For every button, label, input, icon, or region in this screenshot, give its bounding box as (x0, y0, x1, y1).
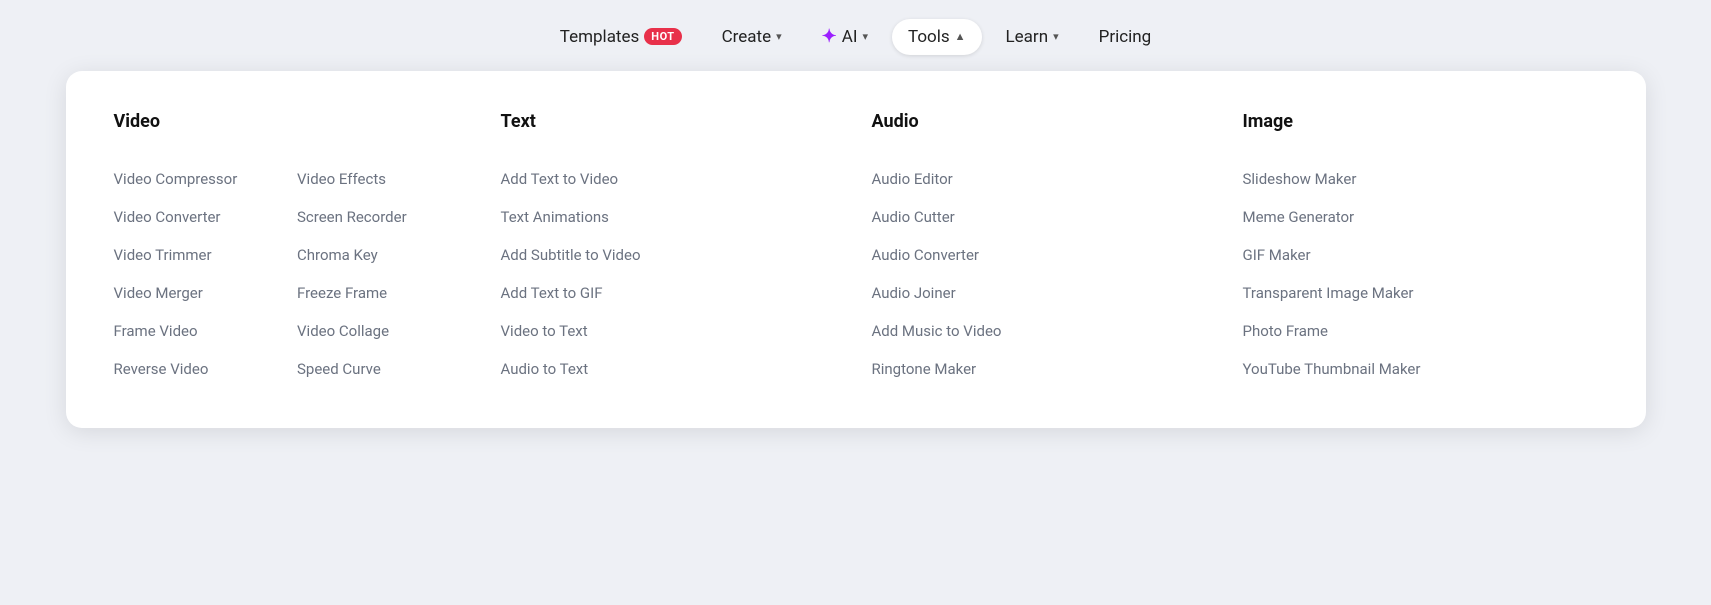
col1-video: Video CompressorVideo ConverterVideo Tri… (114, 160, 286, 388)
section-title-audio: Audio (872, 111, 1211, 132)
menu-item[interactable]: Screen Recorder (297, 198, 469, 236)
nav-label-ai: AI (842, 27, 858, 47)
nav-item-create[interactable]: Create ▾ (706, 19, 798, 55)
section-title-image: Image (1243, 111, 1582, 132)
menu-item[interactable]: Freeze Frame (297, 274, 469, 312)
nav-label-pricing: Pricing (1099, 27, 1152, 47)
col-audio: Audio EditorAudio CutterAudio ConverterA… (872, 160, 1211, 388)
menu-item[interactable]: Audio Cutter (872, 198, 1211, 236)
col-text: Add Text to VideoText AnimationsAdd Subt… (501, 160, 840, 388)
menu-item[interactable]: Add Subtitle to Video (501, 236, 840, 274)
tools-dropdown-panel: VideoVideo CompressorVideo ConverterVide… (66, 71, 1646, 428)
menu-item[interactable]: YouTube Thumbnail Maker (1243, 350, 1582, 388)
menu-item[interactable]: Slideshow Maker (1243, 160, 1582, 198)
menu-item[interactable]: Reverse Video (114, 350, 286, 388)
nav-item-tools[interactable]: Tools ▲ (892, 19, 982, 55)
nav-item-learn[interactable]: Learn ▾ (990, 19, 1075, 55)
menu-item[interactable]: Video Collage (297, 312, 469, 350)
chevron-icon-tools: ▲ (955, 30, 966, 43)
menu-item[interactable]: Ringtone Maker (872, 350, 1211, 388)
nav-label-learn: Learn (1006, 27, 1049, 47)
menu-item[interactable]: Chroma Key (297, 236, 469, 274)
menu-item[interactable]: Add Music to Video (872, 312, 1211, 350)
chevron-icon-learn: ▾ (1053, 30, 1059, 43)
menu-item[interactable]: Video to Text (501, 312, 840, 350)
section-audio: Audio Audio EditorAudio CutterAudio Conve… (856, 111, 1227, 388)
menu-item[interactable]: Video Converter (114, 198, 286, 236)
col2-video: Video EffectsScreen RecorderChroma KeyFr… (297, 160, 469, 388)
col-image: Slideshow MakerMeme GeneratorGIF MakerTr… (1243, 160, 1582, 388)
menu-columns-video: Video CompressorVideo ConverterVideo Tri… (114, 160, 469, 388)
menu-item[interactable]: Audio Joiner (872, 274, 1211, 312)
menu-item[interactable]: Video Compressor (114, 160, 286, 198)
nav-item-templates[interactable]: TemplatesHOT (544, 19, 698, 55)
nav-label-create: Create (722, 27, 772, 47)
nav-label-templates: Templates (560, 27, 640, 47)
nav-label-tools: Tools (908, 27, 950, 47)
section-title-text: Text (501, 111, 840, 132)
section-title-video: Video (114, 111, 469, 132)
chevron-icon-create: ▾ (776, 30, 782, 43)
menu-item[interactable]: Add Text to Video (501, 160, 840, 198)
menu-item[interactable]: Audio Converter (872, 236, 1211, 274)
menu-item[interactable]: Audio to Text (501, 350, 840, 388)
hot-badge: HOT (644, 28, 681, 45)
section-video: VideoVideo CompressorVideo ConverterVide… (114, 111, 485, 388)
ai-sparkle-icon: ✦ (822, 26, 837, 47)
chevron-icon-ai: ▾ (862, 30, 868, 43)
menu-item[interactable]: GIF Maker (1243, 236, 1582, 274)
section-image: Image Slideshow MakerMeme GeneratorGIF Ma… (1227, 111, 1598, 388)
menu-item[interactable]: Speed Curve (297, 350, 469, 388)
menu-item[interactable]: Video Merger (114, 274, 286, 312)
menu-item[interactable]: Video Trimmer (114, 236, 286, 274)
section-text: TextAdd Text to VideoText AnimationsAdd … (485, 111, 856, 388)
menu-item[interactable]: Meme Generator (1243, 198, 1582, 236)
menu-item[interactable]: Transparent Image Maker (1243, 274, 1582, 312)
menu-item[interactable]: Frame Video (114, 312, 286, 350)
navbar: TemplatesHOT Create ▾ ✦AI ▾ Tools ▲ Learn ▾ Prici… (0, 0, 1711, 71)
nav-item-ai[interactable]: ✦AI ▾ (806, 18, 884, 55)
menu-item[interactable]: Text Animations (501, 198, 840, 236)
menu-item[interactable]: Add Text to GIF (501, 274, 840, 312)
menu-item[interactable]: Audio Editor (872, 160, 1211, 198)
nav-item-pricing[interactable]: Pricing (1083, 19, 1168, 55)
menu-item[interactable]: Photo Frame (1243, 312, 1582, 350)
menu-item[interactable]: Video Effects (297, 160, 469, 198)
